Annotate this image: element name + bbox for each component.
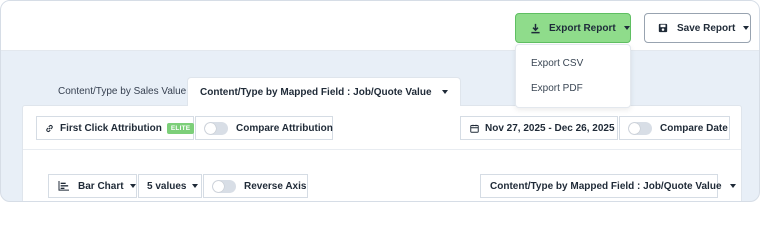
calendar-icon	[470, 124, 479, 133]
divider	[23, 149, 741, 150]
chevron-down-icon	[129, 184, 136, 188]
toggle-switch[interactable]	[628, 121, 652, 135]
floppy-disk-icon	[657, 22, 669, 34]
elite-badge: ELITE	[166, 122, 195, 134]
menu-item-export-csv[interactable]: Export CSV	[531, 58, 583, 69]
bar-chart-icon	[58, 181, 70, 191]
report-window: Export Report Save Report Export CSV Exp…	[0, 0, 760, 202]
save-report-label: Save Report	[677, 22, 736, 34]
compare-date-label: Compare Date	[660, 122, 728, 134]
values-count-label: 5 values	[147, 180, 187, 192]
chevron-down-icon	[192, 184, 199, 188]
attribution-select[interactable]: First Click Attribution ELITE	[36, 116, 208, 140]
compare-attribution-toggle[interactable]: Compare Attribution	[195, 116, 333, 140]
chevron-down-icon	[729, 184, 736, 188]
export-report-button[interactable]: Export Report	[515, 13, 631, 43]
save-report-button[interactable]: Save Report	[644, 13, 751, 43]
tab-label: Content/Type by Mapped Field : Job/Quote…	[200, 86, 432, 98]
attribution-label: First Click Attribution	[60, 122, 162, 134]
values-count-select[interactable]: 5 values	[138, 174, 202, 198]
link-icon	[45, 124, 54, 133]
download-icon	[529, 22, 541, 34]
top-toolbar: Export Report Save Report	[1, 1, 759, 51]
mapped-field-label: Content/Type by Mapped Field : Job/Quote…	[490, 180, 722, 192]
date-range-label: Nov 27, 2025 - Dec 26, 2025	[485, 122, 615, 134]
menu-item-export-pdf[interactable]: Export PDF	[531, 83, 583, 94]
chart-type-select[interactable]: Bar Chart	[48, 174, 137, 198]
reverse-axis-label: Reverse Axis	[244, 180, 307, 192]
compare-attribution-label: Compare Attribution	[236, 122, 333, 134]
tab-mapped-field[interactable]: Content/Type by Mapped Field : Job/Quote…	[187, 77, 461, 106]
export-report-label: Export Report	[549, 22, 616, 34]
tab-label: Content/Type by Sales Value	[58, 85, 187, 97]
chevron-down-icon	[743, 26, 750, 30]
chart-type-label: Bar Chart	[78, 180, 124, 192]
date-range-picker[interactable]: Nov 27, 2025 - Dec 26, 2025	[460, 116, 628, 140]
toggle-switch[interactable]	[212, 179, 236, 193]
tab-sales-value[interactable]: Content/Type by Sales Value	[46, 77, 198, 105]
export-dropdown-menu: Export CSV Export PDF	[515, 44, 631, 108]
reverse-axis-toggle[interactable]: Reverse Axis	[203, 174, 308, 198]
chevron-down-icon	[441, 90, 448, 94]
report-panel: First Click Attribution ELITE Compare At…	[22, 105, 742, 201]
chevron-down-icon	[623, 26, 630, 30]
compare-date-toggle[interactable]: Compare Date	[619, 116, 730, 140]
toggle-switch[interactable]	[204, 121, 228, 135]
mapped-field-select[interactable]: Content/Type by Mapped Field : Job/Quote…	[480, 174, 736, 198]
